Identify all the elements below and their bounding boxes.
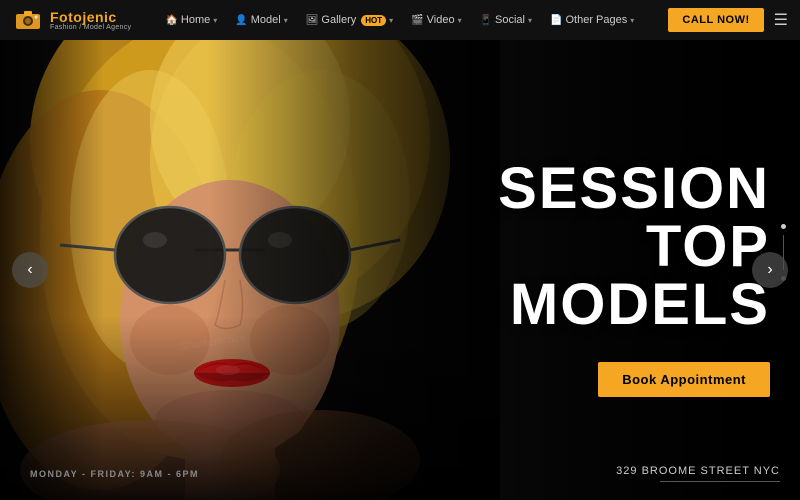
- hero-section: Shutterstock: [0, 40, 800, 500]
- nav-label-video: Video: [427, 14, 455, 26]
- hours-text: MONDAY - FRIDAY: 9AM - 6PM: [30, 469, 199, 479]
- book-appointment-button[interactable]: Book Appointment: [598, 362, 770, 397]
- slide-prev-button[interactable]: ‹: [12, 252, 48, 288]
- chevron-model: ▾: [284, 16, 288, 25]
- hero-title: SESSION TOP MODELS: [430, 160, 770, 334]
- nav-item-social[interactable]: 📱 Social ▾: [472, 10, 540, 30]
- dot-1: [781, 224, 786, 229]
- pages-icon: 📄: [550, 15, 562, 26]
- address-divider: [660, 481, 780, 482]
- nav-menu: 🏠 Home ▾ 👤 Model ▾ 🖼 Gallery HOT ▾ 🎬 Vid…: [157, 10, 642, 30]
- logo-text: Fotojenic Fashion / Model Agency: [50, 10, 131, 31]
- hero-content: SESSION TOP MODELS Book Appointment: [430, 160, 770, 397]
- video-icon: 🎬: [411, 15, 423, 26]
- hero-title-line1: SESSION: [430, 160, 770, 218]
- chevron-gallery: ▾: [389, 16, 393, 25]
- model-icon: 👤: [235, 15, 247, 26]
- nav-item-gallery[interactable]: 🖼 Gallery HOT ▾: [298, 10, 401, 30]
- chevron-home: ▾: [213, 16, 217, 25]
- nav-label-social: Social: [495, 14, 525, 26]
- nav-label-other: Other Pages: [565, 14, 627, 26]
- navbar: Fotojenic Fashion / Model Agency 🏠 Home …: [0, 0, 800, 40]
- slide-next-button[interactable]: ›: [752, 252, 788, 288]
- chevron-video: ▾: [458, 16, 462, 25]
- hamburger-icon[interactable]: ☰: [774, 10, 788, 30]
- nav-item-home[interactable]: 🏠 Home ▾: [157, 10, 225, 30]
- arrow-left-icon: ‹: [27, 261, 32, 279]
- nav-label-home: Home: [181, 14, 210, 26]
- chevron-social: ▾: [528, 16, 532, 25]
- hero-bottom-bar: MONDAY - FRIDAY: 9AM - 6PM 329 BROOME ST…: [0, 464, 800, 482]
- gallery-badge: HOT: [361, 15, 386, 26]
- nav-item-other[interactable]: 📄 Other Pages ▾: [542, 10, 642, 30]
- chevron-other: ▾: [630, 16, 634, 25]
- address-text: 329 BROOME STREET NYC: [616, 465, 780, 477]
- navbar-right: CALL NOW! ☰: [668, 8, 788, 32]
- nav-item-model[interactable]: 👤 Model ▾: [227, 10, 295, 30]
- nav-label-model: Model: [251, 14, 281, 26]
- address-area: 329 BROOME STREET NYC: [616, 465, 780, 482]
- hero-title-line3: MODELS: [430, 276, 770, 334]
- logo-tagline: Fashion / Model Agency: [50, 24, 131, 31]
- call-now-button[interactable]: CALL NOW!: [668, 8, 763, 32]
- logo-brand: Fotojenic: [50, 10, 131, 24]
- nav-label-gallery: Gallery: [321, 14, 356, 26]
- navbar-left: Fotojenic Fashion / Model Agency: [12, 8, 131, 32]
- hours-info: MONDAY - FRIDAY: 9AM - 6PM: [30, 464, 199, 482]
- arrow-right-icon: ›: [767, 261, 772, 279]
- hero-title-line2: TOP: [430, 218, 770, 276]
- home-icon: 🏠: [165, 15, 177, 26]
- logo-icon: [12, 8, 44, 32]
- nav-item-video[interactable]: 🎬 Video ▾: [403, 10, 469, 30]
- gallery-icon: 🖼: [306, 15, 319, 26]
- social-icon: 📱: [480, 15, 492, 26]
